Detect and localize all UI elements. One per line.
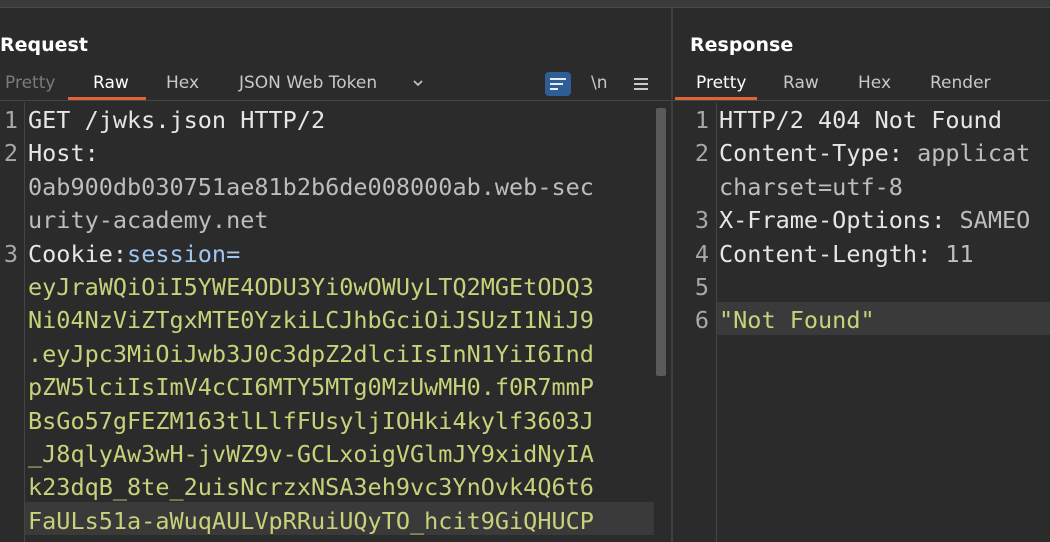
line-number: 3: [3, 239, 18, 268]
line-number: 6: [694, 306, 709, 335]
response-tabs: Pretty Raw Hex Render: [673, 70, 1050, 101]
tab-json-web-token[interactable]: JSON Web Token: [239, 70, 377, 98]
tab-render[interactable]: Render: [930, 70, 991, 98]
tab-hex[interactable]: Hex: [166, 70, 199, 98]
code-line: k23dqB_8te_2uisNcrzxNSA3eh9vc3YnOvk4Q6t6: [28, 473, 594, 501]
line-number: 5: [694, 273, 709, 301]
response-pane: Response Pretty Raw Hex Render 1 HTTP/2 4…: [673, 8, 1050, 542]
string-value: k23dqB_8te_2uisNcrzxNSA3eh9vc3YnOvk4Q6t6: [28, 473, 594, 502]
header-value: 0ab900db030751ae81b2b6de008000ab.web-sec: [28, 172, 594, 201]
line-number-gutter: [24, 102, 25, 542]
tabs-divider: [0, 100, 671, 101]
header-value: urity-academy.net: [28, 206, 269, 235]
code-line: Cookie:session=: [28, 240, 240, 268]
string-value: "Not Found": [719, 306, 875, 335]
code-line: Content-Length: 11: [719, 240, 974, 268]
string-value: FaULs51a-aWuqAULVpRRuiUQyTO_hcit9GiQHUCP: [28, 506, 594, 535]
code-line: Ni04NzViZTgxMTE0YzkiLCJhbGciOiJSUzI1NiJ9: [28, 306, 594, 334]
string-value: _J8qlyAw3wH-jvWZ9v-GCLxoigVGlmJY9xidNyIA: [28, 440, 594, 468]
code-line: BsGo57gFEZM163tlLlfFUsyljIOHki4kylf3603J: [28, 407, 594, 435]
string-value: BsGo57gFEZM163tlLlfFUsyljIOHki4kylf3603J: [28, 406, 594, 435]
header-name: Cookie:: [28, 239, 128, 268]
code-line: Host:: [28, 139, 99, 167]
menu-icon[interactable]: [633, 77, 649, 91]
string-value: Ni04NzViZTgxMTE0YzkiLCJhbGciOiJSUzI1NiJ9: [28, 306, 594, 335]
code-line: "Not Found": [719, 306, 875, 334]
line-number: 2: [3, 139, 18, 168]
line-number-gutter: [716, 102, 717, 542]
top-bar: [0, 0, 1050, 8]
cookie-name: session=: [127, 239, 241, 268]
tab-raw[interactable]: Raw: [93, 70, 129, 98]
tab-raw[interactable]: Raw: [783, 70, 819, 98]
code-line: Content-Type: applicat: [719, 139, 1030, 167]
line-number: 3: [694, 206, 709, 235]
tab-pretty[interactable]: Pretty: [5, 70, 55, 98]
tab-hex[interactable]: Hex: [858, 70, 891, 98]
line-number: 1: [3, 106, 18, 134]
code-line: 0ab900db030751ae81b2b6de008000ab.web-sec: [28, 173, 594, 201]
response-title: Response: [690, 34, 794, 56]
line-number: 4: [694, 239, 709, 268]
wrap-lines-icon[interactable]: [545, 72, 571, 96]
header-name: HTTP/2 404 Not Found: [719, 106, 1002, 134]
code-line: urity-academy.net: [28, 206, 269, 234]
header-value: 11: [931, 239, 974, 268]
code-line: FaULs51a-aWuqAULVpRRuiUQyTO_hcit9GiQHUCP: [28, 507, 594, 535]
request-scrollbar[interactable]: [656, 108, 666, 376]
tabs-divider: [673, 100, 1050, 101]
request-title: Request: [0, 34, 88, 56]
request-pane: Request Pretty Raw Hex JSON Web Token \n…: [0, 8, 671, 542]
line-number: 2: [694, 139, 709, 168]
header-value: SAMEO: [945, 206, 1031, 235]
header-name: Content-Length:: [719, 239, 932, 268]
request-editor[interactable]: 1 GET /jwks.json HTTP/2 2 Host: 0ab900db0307…: [0, 102, 671, 542]
string-value: .eyJpc3MiOiJwb3J0c3dpZ2dlciIsInN1YiI6Ind: [28, 339, 594, 368]
newline-icon[interactable]: \n: [591, 73, 608, 93]
code-line: _J8qlyAw3wH-jvWZ9v-GCLxoigVGlmJY9xidNyIA: [28, 440, 594, 468]
request-tabs: Pretty Raw Hex JSON Web Token \n: [0, 70, 671, 101]
line-number: 1: [694, 106, 709, 134]
header-name: Host:: [28, 139, 99, 168]
header-name: GET /jwks.json HTTP/2: [28, 106, 326, 134]
code-line: charset=utf-8: [719, 173, 903, 201]
code-line: HTTP/2 404 Not Found: [719, 106, 1002, 134]
code-line: eyJraWQiOiI5YWE4ODU3Yi0wOWUyLTQ2MGEtODQ3: [28, 273, 594, 301]
header-name: X-Frame-Options:: [719, 206, 946, 235]
code-line: pZW5lciIsImV4cCI6MTY5MTg0MzUwMH0.f0R7mmP: [28, 373, 594, 401]
header-value: charset=utf-8: [719, 172, 903, 201]
code-line: GET /jwks.json HTTP/2: [28, 106, 325, 134]
tab-pretty[interactable]: Pretty: [696, 70, 746, 98]
header-value: applicat: [902, 139, 1031, 168]
header-name: Content-Type:: [719, 139, 903, 168]
code-line: .eyJpc3MiOiJwb3J0c3dpZ2dlciIsInN1YiI6Ind: [28, 340, 594, 368]
string-value: pZW5lciIsImV4cCI6MTY5MTg0MzUwMH0.f0R7mmP: [28, 373, 594, 402]
string-value: eyJraWQiOiI5YWE4ODU3Yi0wOWUyLTQ2MGEtODQ3: [28, 273, 594, 301]
response-editor[interactable]: 1 HTTP/2 404 Not Found 2 Content-Type: appl…: [673, 102, 1050, 542]
code-line: X-Frame-Options: SAMEO: [719, 206, 1030, 234]
chevron-down-icon[interactable]: [413, 78, 423, 88]
